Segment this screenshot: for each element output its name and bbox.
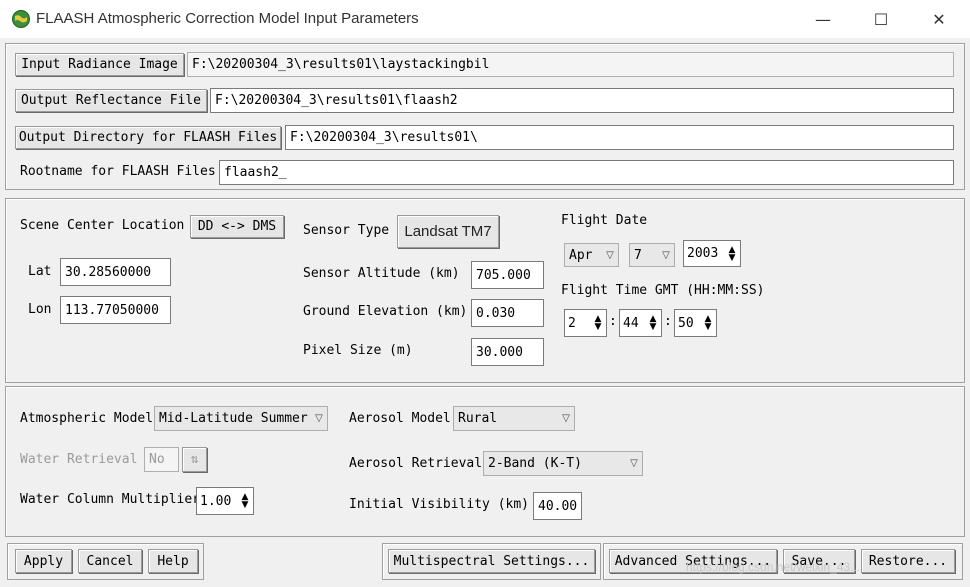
chevron-down-icon: ▽ (662, 249, 670, 261)
input-radiance-image-button[interactable]: Input Radiance Image (15, 53, 184, 76)
spinner-arrows-icon[interactable]: ▲ ▼ (724, 245, 740, 262)
aerosol-retrieval-value: 2-Band (K-T) (488, 456, 582, 471)
flight-date-label: Flight Date (561, 213, 648, 228)
spinner-arrows-icon[interactable]: ▲ ▼ (590, 315, 606, 332)
ground-elevation-label: Ground Elevation (km) (303, 304, 468, 319)
day-select[interactable]: 7 ▽ (629, 243, 675, 267)
water-column-multiplier-spinner[interactable]: 1.00 ▲ ▼ (196, 487, 254, 515)
year-value: 2003 (687, 246, 719, 261)
sensor-altitude-field[interactable]: 705.000 (471, 261, 544, 289)
maximize-button[interactable]: ☐ (852, 0, 910, 38)
day-value: 7 (634, 247, 642, 263)
chevron-down-icon: ▽ (315, 413, 323, 424)
output-directory-button[interactable]: Output Directory for FLAASH Files (15, 126, 281, 149)
sensor-type-label: Sensor Type (303, 223, 390, 238)
sensor-altitude-label: Sensor Altitude (km) (303, 266, 460, 281)
aerosol-model-select[interactable]: Rural ▽ (453, 406, 575, 431)
apply-button[interactable]: Apply (15, 549, 72, 573)
toggle-arrows-icon: ⇅ (182, 447, 207, 472)
atmospheric-model-select[interactable]: Mid-Latitude Summer ▽ (154, 406, 328, 431)
lat-field[interactable]: 30.28560000 (60, 258, 171, 286)
output-reflectance-file-button[interactable]: Output Reflectance File (15, 89, 207, 112)
second-value: 50 (678, 315, 694, 331)
water-retrieval-label: Water Retrieval (20, 452, 138, 467)
cancel-button[interactable]: Cancel (78, 549, 142, 573)
app-globe-icon (11, 9, 31, 29)
ground-elevation-field[interactable]: 0.030 (471, 299, 544, 327)
aerosol-retrieval-label: Aerosol Retrieval (349, 456, 483, 471)
scene-center-label: Scene Center Location (20, 218, 185, 233)
water-column-multiplier-label: Water Column Multiplier (20, 492, 201, 507)
initial-visibility-label: Initial Visibility (km) (349, 497, 530, 512)
lon-label: Lon (28, 302, 52, 317)
close-icon: ✕ (932, 9, 946, 29)
sensor-type-button[interactable]: Landsat TM7 (397, 215, 499, 248)
hour-value: 2 (568, 315, 576, 331)
year-spinner[interactable]: 2003 ▲ ▼ (683, 240, 741, 267)
rootname-label: Rootname for FLAASH Files (20, 164, 216, 179)
aerosol-retrieval-select[interactable]: 2-Band (K-T) ▽ (483, 451, 643, 476)
pixel-size-field[interactable]: 30.000 (471, 338, 544, 366)
spinner-arrows-icon[interactable]: ▲ ▼ (700, 315, 716, 332)
atmospheric-model-value: Mid-Latitude Summer (159, 411, 308, 426)
second-spinner[interactable]: 50 ▲ ▼ (674, 309, 717, 337)
aerosol-model-label: Aerosol Model (349, 411, 451, 426)
minimize-icon: — (815, 9, 831, 29)
spinner-arrows-icon[interactable]: ▲ ▼ (237, 493, 253, 510)
minimize-button[interactable]: — (794, 0, 852, 38)
hour-spinner[interactable]: 2 ▲ ▼ (564, 309, 607, 337)
help-button[interactable]: Help (148, 549, 198, 573)
close-button[interactable]: ✕ (910, 0, 968, 38)
time-separator: : (664, 314, 672, 329)
atmospheric-model-label: Atmospheric Model (20, 411, 154, 426)
window-title: FLAASH Atmospheric Correction Model Inpu… (36, 10, 419, 27)
input-radiance-field[interactable]: F:\20200304_3\results01\laystackingbil (187, 52, 954, 77)
minute-spinner[interactable]: 44 ▲ ▼ (619, 309, 662, 337)
output-reflectance-field[interactable]: F:\20200304_3\results01\flaash2 (210, 88, 954, 113)
minute-value: 44 (623, 315, 639, 331)
month-value: Apr (569, 247, 593, 263)
water-retrieval-field: No (144, 447, 179, 472)
chevron-down-icon: ▽ (562, 413, 570, 424)
chevron-down-icon: ▽ (606, 249, 614, 261)
maximize-icon: ☐ (873, 9, 889, 29)
chevron-down-icon: ▽ (630, 458, 638, 469)
dd-dms-button[interactable]: DD <-> DMS (190, 215, 284, 238)
output-directory-field[interactable]: F:\20200304_3\results01\ (285, 125, 954, 150)
restore-button[interactable]: Restore... (861, 549, 955, 573)
lon-field[interactable]: 113.77050000 (60, 296, 171, 324)
aerosol-model-value: Rural (458, 411, 498, 426)
water-column-multiplier-value: 1.00 (200, 493, 232, 509)
multispectral-settings-button[interactable]: Multispectral Settings... (388, 549, 595, 573)
month-select[interactable]: Apr ▽ (564, 243, 619, 267)
time-separator: : (609, 314, 617, 329)
spinner-arrows-icon[interactable]: ▲ ▼ (645, 315, 661, 332)
pixel-size-label: Pixel Size (m) (303, 343, 413, 358)
initial-visibility-field[interactable]: 40.00 (533, 492, 582, 520)
flight-time-label: Flight Time GMT (HH:MM:SS) (561, 283, 765, 298)
watermark: https://blog.csdn.net/weixin_43... (686, 560, 861, 574)
rootname-field[interactable]: flaash2_ (219, 160, 954, 185)
lat-label: Lat (28, 264, 52, 279)
